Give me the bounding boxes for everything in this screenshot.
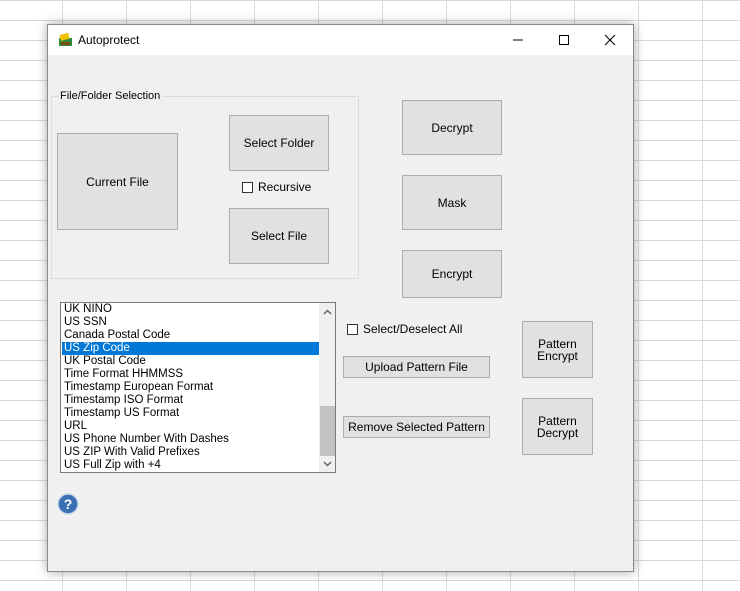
help-button[interactable]: ? <box>57 493 79 515</box>
minimize-icon <box>513 39 523 41</box>
list-item[interactable]: Timestamp ISO Format <box>62 394 319 407</box>
remove-selected-pattern-button[interactable]: Remove Selected Pattern <box>343 416 490 438</box>
app-logo-icon <box>59 32 73 47</box>
select-all-checkbox-row[interactable]: Select/Deselect All <box>347 322 462 336</box>
list-item[interactable]: US Phone Number With Dashes <box>62 433 319 446</box>
pattern-encrypt-button[interactable]: Pattern Encrypt <box>522 321 593 378</box>
list-item[interactable]: US ZIP With Valid Prefixes <box>62 446 319 459</box>
recursive-label: Recursive <box>258 180 312 194</box>
recursive-checkbox-row[interactable]: Recursive <box>242 180 311 194</box>
select-all-checkbox[interactable] <box>347 323 358 335</box>
list-item[interactable]: Timestamp European Format <box>62 381 319 394</box>
pattern-listbox[interactable]: UK NINO US SSN Canada Postal Code US Zip Co… <box>60 302 336 473</box>
list-item[interactable]: US SSN <box>62 316 319 329</box>
scroll-up-button[interactable] <box>319 303 335 320</box>
close-icon <box>604 34 616 46</box>
select-folder-button[interactable]: Select Folder <box>229 115 329 171</box>
svg-text:?: ? <box>64 496 73 512</box>
help-icon: ? <box>57 493 79 515</box>
autoprotect-window: Autoprotect File/Folder Selection Curren… <box>47 24 634 572</box>
select-all-label: Select/Deselect All <box>363 322 463 336</box>
title-bar[interactable]: Autoprotect <box>48 25 633 55</box>
list-item[interactable]: UK NINO <box>62 303 319 316</box>
close-button[interactable] <box>587 25 633 55</box>
pattern-list: UK NINO US SSN Canada Postal Code US Zip Co… <box>62 303 319 472</box>
list-item[interactable]: US Full Zip with +4 <box>62 459 319 472</box>
list-item[interactable]: UK Postal Code <box>62 355 319 368</box>
chevron-down-icon <box>323 461 332 466</box>
list-item[interactable]: URL <box>62 420 319 433</box>
list-item[interactable]: Timestamp US Format <box>62 407 319 420</box>
decrypt-button[interactable]: Decrypt <box>402 100 502 155</box>
current-file-button[interactable]: Current File <box>57 133 178 230</box>
list-item[interactable]: Time Format HHMMSS <box>62 368 319 381</box>
maximize-icon <box>559 35 569 45</box>
maximize-button[interactable] <box>541 25 587 55</box>
mask-button[interactable]: Mask <box>402 175 502 230</box>
select-file-button[interactable]: Select File <box>229 208 329 264</box>
scroll-down-button[interactable] <box>319 455 335 472</box>
upload-pattern-file-button[interactable]: Upload Pattern File <box>343 356 490 378</box>
scroll-thumb[interactable] <box>320 406 335 456</box>
chevron-up-icon <box>323 309 332 314</box>
list-item[interactable]: US Zip Code <box>62 342 319 355</box>
window-title: Autoprotect <box>78 33 140 47</box>
pattern-decrypt-button[interactable]: Pattern Decrypt <box>522 398 593 455</box>
encrypt-button[interactable]: Encrypt <box>402 250 502 298</box>
minimize-button[interactable] <box>495 25 541 55</box>
list-item[interactable]: Canada Postal Code <box>62 329 319 342</box>
listbox-scrollbar[interactable] <box>319 303 335 472</box>
file-folder-group-label: File/Folder Selection <box>58 90 163 102</box>
recursive-checkbox[interactable] <box>242 181 253 193</box>
